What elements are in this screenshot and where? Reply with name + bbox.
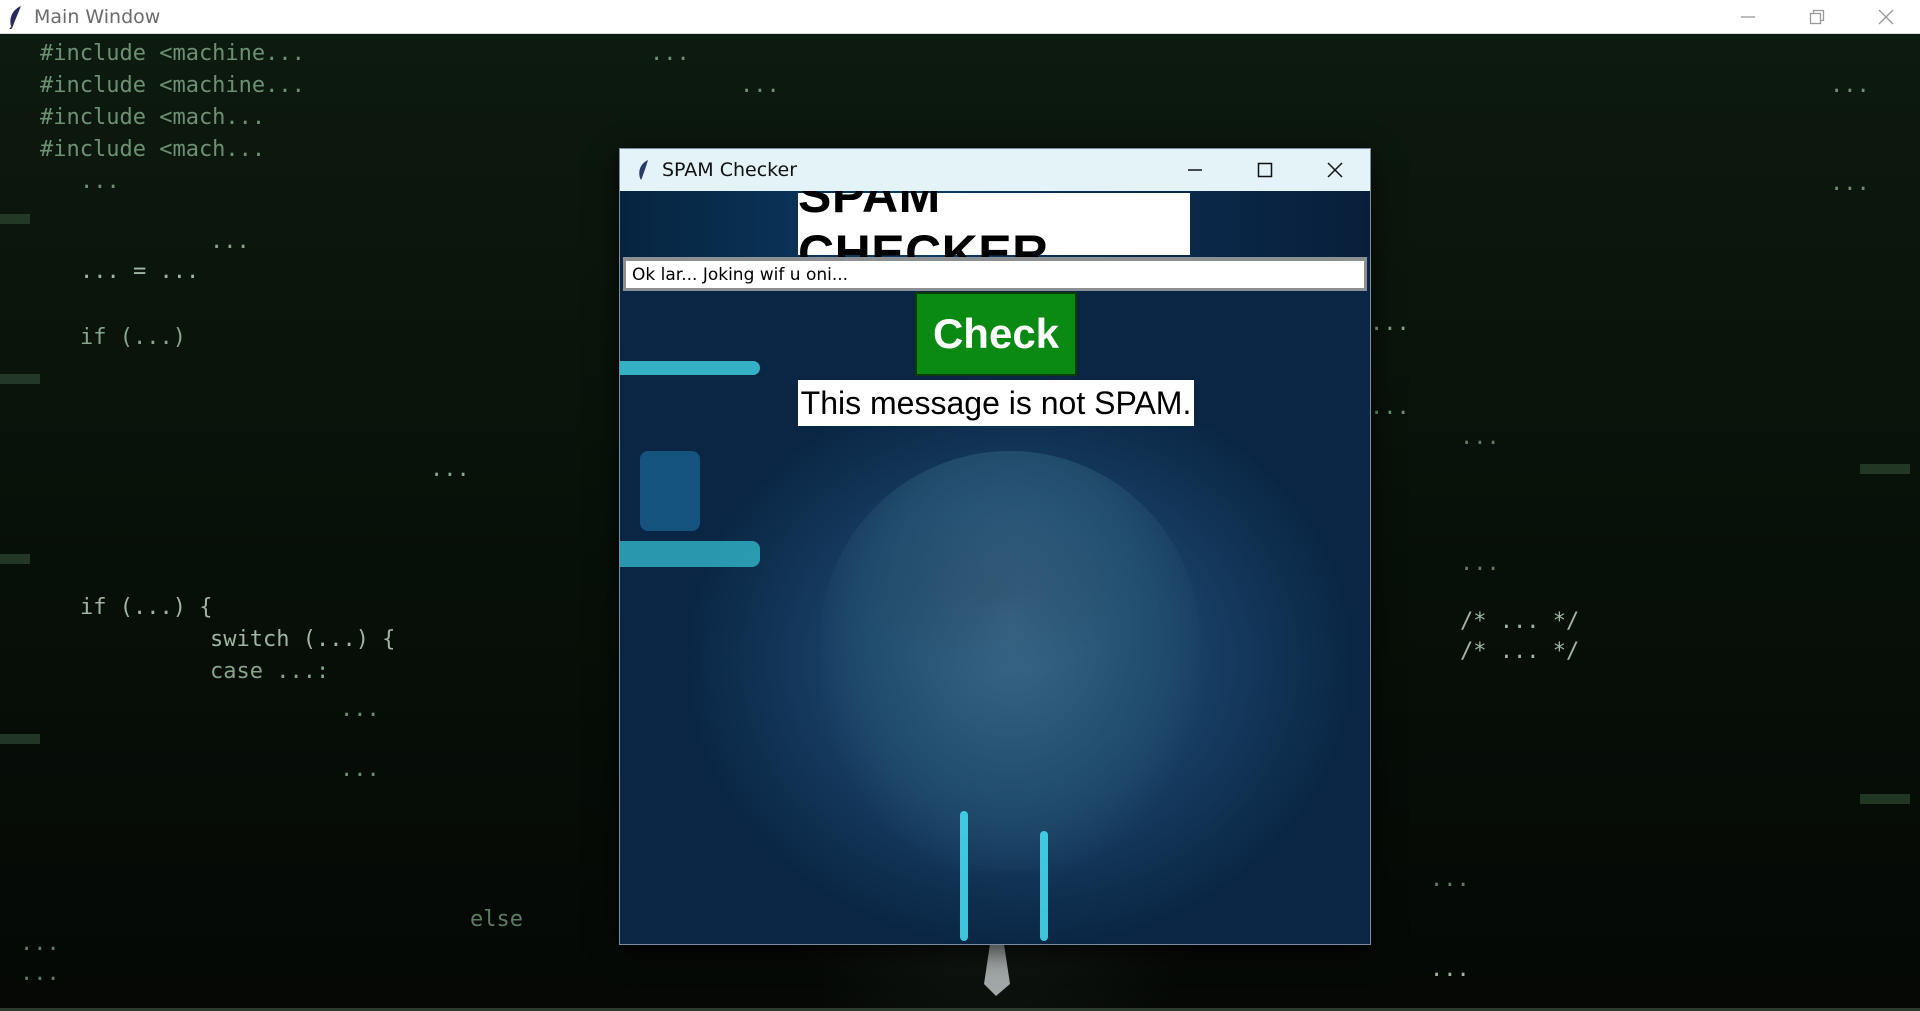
message-input[interactable] <box>623 257 1367 291</box>
svg-text:#include <machine...: #include <machine... <box>40 41 305 66</box>
check-button[interactable]: Check <box>915 292 1077 376</box>
dialog-maximize-button[interactable] <box>1230 149 1300 191</box>
svg-text:...: ... <box>1460 425 1500 450</box>
svg-text:switch (...) {: switch (...) { <box>210 627 395 652</box>
main-window-title: Main Window <box>34 5 161 28</box>
dialog-minimize-button[interactable] <box>1160 149 1230 191</box>
svg-text:...: ... <box>1430 957 1470 982</box>
result-label: This message is not SPAM. <box>798 380 1194 426</box>
close-button[interactable] <box>1851 0 1920 34</box>
svg-text:case ...:: case ...: <box>210 659 329 684</box>
svg-text:...: ... <box>20 931 60 956</box>
spam-checker-dialog[interactable]: SPAM Checker SPAM CHECKER Check This mes… <box>619 148 1371 945</box>
app-heading: SPAM CHECKER <box>798 191 1190 281</box>
svg-text:#include <machine...: #include <machine... <box>40 73 305 98</box>
svg-text:...: ... <box>210 229 250 254</box>
decorative-neon-bar <box>620 541 760 567</box>
svg-text:...: ... <box>650 41 690 66</box>
svg-text:...: ... <box>430 457 470 482</box>
restore-button[interactable] <box>1782 0 1851 34</box>
svg-text:...: ... <box>1830 73 1870 98</box>
svg-text:...: ... <box>1830 171 1870 196</box>
dialog-close-button[interactable] <box>1300 149 1370 191</box>
decorative-cable <box>1040 831 1048 941</box>
svg-text:...: ... <box>1370 311 1410 336</box>
decorative-neon-bar <box>620 361 760 375</box>
decorative-cable <box>960 811 968 941</box>
svg-text:...: ... <box>340 697 380 722</box>
svg-text:else: else <box>470 907 523 932</box>
restore-icon <box>1809 9 1824 25</box>
svg-text:...: ... <box>740 73 780 98</box>
svg-text:/* ... */: /* ... */ <box>1460 639 1579 664</box>
dialog-background-image: SPAM CHECKER Check This message is not S… <box>620 191 1370 944</box>
svg-text:... = ...: ... = ... <box>80 259 199 284</box>
maximize-icon <box>1257 162 1273 178</box>
svg-text:...: ... <box>20 961 60 986</box>
svg-text:if (...): if (...) <box>80 325 186 350</box>
svg-text:...: ... <box>1370 395 1410 420</box>
close-icon <box>1327 162 1343 178</box>
svg-text:/* ... */: /* ... */ <box>1460 609 1579 634</box>
dialog-title: SPAM Checker <box>662 159 798 181</box>
minimize-icon <box>1188 169 1202 171</box>
svg-text:...: ... <box>80 169 120 194</box>
svg-text:...: ... <box>340 757 380 782</box>
minimize-icon <box>1740 16 1755 18</box>
svg-text:...: ... <box>1460 551 1500 576</box>
dialog-titlebar[interactable]: SPAM Checker <box>620 149 1370 191</box>
svg-text:#include <mach...: #include <mach... <box>40 137 265 162</box>
minimize-button[interactable] <box>1713 0 1782 34</box>
svg-text:if (...) {: if (...) { <box>80 595 212 620</box>
close-icon <box>1878 9 1893 25</box>
decorative-hood-shape <box>820 451 1200 871</box>
main-window-titlebar[interactable]: Main Window <box>0 0 1920 34</box>
feather-icon <box>9 5 21 29</box>
svg-text:...: ... <box>1430 867 1470 892</box>
decorative-neon-bar <box>640 451 700 531</box>
feather-icon <box>639 160 648 180</box>
svg-text:#include <mach...: #include <mach... <box>40 105 265 130</box>
